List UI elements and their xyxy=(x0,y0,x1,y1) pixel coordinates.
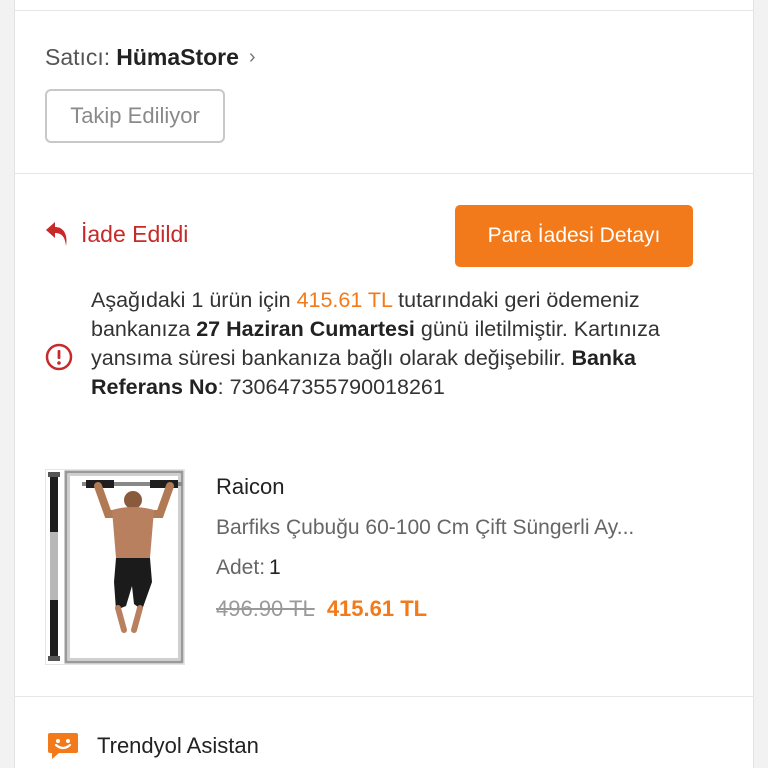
product-brand: Raicon xyxy=(216,474,285,499)
product-image[interactable] xyxy=(45,469,185,665)
assistant-card[interactable]: Trendyol Asistan xyxy=(14,697,754,768)
info-icon xyxy=(45,343,73,371)
info-text-part: : xyxy=(217,375,230,399)
trendyol-assistant[interactable]: Trendyol Asistan xyxy=(47,731,259,761)
seller-link[interactable]: Satıcı: HümaStore › xyxy=(45,44,256,71)
return-arrow-icon xyxy=(46,222,67,246)
chat-smile-icon xyxy=(48,733,78,759)
quantity-label: Adet: xyxy=(216,556,266,579)
old-price: 496.90 TL xyxy=(216,596,315,621)
seller-card: Satıcı: HümaStore › Takip Ediliyor xyxy=(14,11,754,174)
status-label: İade Edildi xyxy=(81,220,189,247)
info-text-part: Aşağıdaki 1 ürün için xyxy=(91,288,297,312)
chevron-right-icon[interactable]: › xyxy=(249,46,256,69)
order-card: İade Edildi Para İadesi Detayı Aşağıdaki… xyxy=(14,174,754,697)
refund-info-text: Aşağıdaki 1 ürün için 415.61 TL tutarınd… xyxy=(91,286,671,402)
product-quantity: Adet: 1 xyxy=(216,556,716,580)
previous-card-bottom xyxy=(14,0,754,11)
pull-up-bar-photo xyxy=(46,470,184,664)
follow-button[interactable]: Takip Ediliyor xyxy=(45,89,225,143)
order-status: İade Edildi xyxy=(45,220,188,248)
product-prices: 496.90 TL 415.61 TL xyxy=(216,596,716,622)
refund-amount: 415.61 TL xyxy=(296,288,393,312)
seller-name[interactable]: HümaStore xyxy=(116,44,239,71)
assistant-label: Trendyol Asistan xyxy=(97,733,259,758)
product-info[interactable]: Raicon Barfiks Çubuğu 60-100 Cm Çift Sün… xyxy=(216,474,716,622)
seller-label: Satıcı: xyxy=(45,44,111,70)
bank-reference-number: 730647355790018261 xyxy=(229,375,445,399)
product-title[interactable]: Barfiks Çubuğu 60-100 Cm Çift Süngerli A… xyxy=(216,516,716,540)
new-price: 415.61 TL xyxy=(326,596,428,621)
refund-date: 27 Haziran Cumartesi xyxy=(196,317,415,341)
quantity-value: 1 xyxy=(269,556,281,579)
refund-detail-button[interactable]: Para İadesi Detayı xyxy=(455,205,693,267)
